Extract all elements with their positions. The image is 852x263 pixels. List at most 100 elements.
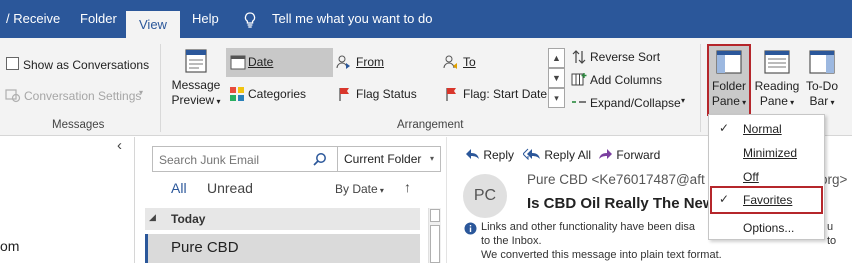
arrangement-from[interactable]: From	[336, 48, 436, 77]
arrangement-to[interactable]: To	[443, 48, 547, 77]
chevron-down-icon: ▾	[681, 96, 686, 105]
menu-item-favorites-highlight[interactable]: ✓ Favorites	[710, 186, 823, 214]
message-list-pane: Current Folder ▾ All Unread By Date ▾ ↑ …	[136, 137, 445, 263]
messages-group-label: Messages	[52, 119, 105, 131]
scrollbar-thumb[interactable]	[430, 225, 440, 263]
chevron-down-icon: ▾	[787, 98, 795, 107]
sort-direction-arrow-icon[interactable]: ↑	[404, 179, 411, 195]
collapse-pane-icon[interactable]: ‹	[117, 137, 122, 154]
arrangement-flag-start-date[interactable]: Flag: Start Date	[443, 80, 547, 109]
info-icon	[464, 222, 477, 235]
reply-all-button[interactable]: Reply All	[522, 148, 591, 162]
reverse-sort-icon	[572, 50, 586, 64]
arrangement-flag-status[interactable]: Flag Status	[336, 80, 436, 109]
arrangement-group-label: Arrangement	[397, 119, 464, 131]
to-person-icon	[443, 55, 457, 69]
info-bar-line-3: We converted this message into plain tex…	[481, 249, 722, 261]
reading-pane-button[interactable]: Reading Pane ▾	[754, 46, 800, 118]
flag-icon	[339, 88, 349, 101]
flag-icon	[446, 88, 456, 101]
arrangement-from-label: From	[356, 55, 384, 69]
info-bar-line-2: to the Inbox.	[481, 235, 542, 247]
collapse-group-icon: ◢	[149, 212, 156, 222]
add-columns-icon	[571, 73, 587, 86]
reading-pane-icon	[764, 50, 790, 74]
tell-me-box[interactable]: Tell me what you want to do	[272, 11, 432, 26]
message-sender: Pure CBD	[171, 239, 239, 256]
checkmark-icon: ✓	[719, 121, 730, 135]
ribbon-tab-bar: / Receive Folder View Help Tell me what …	[0, 0, 852, 38]
message-preview-icon	[185, 49, 207, 73]
search-scope-value: Current Folder	[344, 152, 422, 166]
group-header-today[interactable]: ◢ Today	[145, 208, 420, 230]
sender-address: Pure CBD <Ke76017487@aft	[527, 172, 705, 187]
sort-by-dropdown[interactable]: By Date ▾	[335, 182, 384, 196]
show-as-conversations-checkbox[interactable]	[6, 57, 19, 70]
reading-pane-label-2: Pane	[759, 94, 788, 108]
folder-pane-menu: ✓ Normal Minimized Off ✓ Favorites Optio…	[708, 114, 825, 240]
scrollbar-up-button[interactable]	[430, 209, 440, 222]
search-input[interactable]	[159, 151, 309, 168]
chevron-down-icon: ▾	[429, 154, 434, 163]
group-header-label: Today	[171, 212, 206, 226]
show-as-conversations-label[interactable]: Show as Conversations	[23, 58, 149, 72]
categories-icon	[230, 87, 244, 101]
reply-icon	[466, 149, 479, 159]
message-list-item-selected[interactable]: Pure CBD	[145, 234, 420, 263]
search-scope-dropdown[interactable]: Current Folder ▾	[338, 146, 441, 172]
filter-unread-tab[interactable]: Unread	[207, 180, 253, 196]
group-separator	[700, 44, 701, 132]
forward-button[interactable]: Forward	[598, 148, 660, 162]
add-columns-button[interactable]: Add Columns	[590, 73, 662, 87]
avatar: PC	[463, 174, 507, 218]
arrangement-to-label: To	[463, 55, 476, 69]
list-scrollbar[interactable]	[428, 208, 441, 263]
arrangement-date[interactable]: Date	[226, 48, 333, 77]
chevron-down-icon: ▾	[139, 88, 144, 97]
chevron-down-icon: ▾	[377, 186, 384, 195]
menu-item-off-label: Off	[743, 170, 759, 184]
folder-item-partial[interactable]: om	[0, 238, 19, 254]
arrangement-categories[interactable]: Categories	[226, 80, 333, 109]
folder-pane: ‹ om	[0, 137, 135, 263]
menu-item-normal[interactable]: Normal	[743, 122, 782, 136]
message-preview-button[interactable]: Message Preview ▾	[168, 44, 224, 116]
menu-item-favorites[interactable]: Favorites	[743, 193, 792, 207]
message-preview-label-1: Message	[171, 78, 221, 92]
menu-item-minimized[interactable]: Minimized	[743, 146, 797, 160]
lightbulb-icon	[244, 12, 256, 28]
menu-item-minimized-label: Minimized	[743, 146, 798, 160]
search-box[interactable]	[152, 146, 338, 172]
reverse-sort-button[interactable]: Reverse Sort	[590, 50, 660, 64]
todo-bar-button[interactable]: To-Do Bar ▾	[802, 46, 842, 118]
conversation-settings-button[interactable]: Conversation Settings	[24, 89, 141, 103]
gallery-scroll-down[interactable]: ▼	[548, 68, 565, 88]
folder-pane-icon	[716, 50, 742, 74]
sort-by-label: By Date	[335, 182, 378, 196]
folder-pane-label-2: Pane	[711, 94, 740, 108]
filter-all-tab[interactable]: All	[171, 180, 187, 196]
expand-collapse-button[interactable]: Expand/Collapse	[590, 96, 681, 110]
gallery-scroll-up[interactable]: ▲	[548, 48, 565, 68]
reply-all-icon	[522, 148, 540, 161]
arrangement-date-label: Date	[248, 55, 274, 69]
reply-button[interactable]: Reply	[465, 148, 514, 162]
tab-help[interactable]: Help	[192, 11, 219, 26]
tab-send-receive[interactable]: / Receive	[6, 11, 60, 26]
menu-item-normal-label: Normal	[743, 122, 782, 136]
menu-item-options[interactable]: Options...	[743, 221, 794, 235]
from-person-icon	[336, 55, 350, 69]
search-icon[interactable]	[313, 152, 327, 166]
arrangement-flag-start-date-label: Flag: Start Date	[463, 87, 548, 101]
arrangement-categories-label: Categories	[248, 87, 307, 101]
folder-pane-button[interactable]: Folder Pane ▾	[707, 44, 751, 116]
forward-icon	[599, 149, 612, 159]
menu-item-off[interactable]: Off	[743, 170, 759, 184]
info-bar-line-1-tail: u	[827, 221, 834, 233]
tab-view[interactable]: View	[126, 11, 180, 38]
gallery-expand[interactable]: ▾	[548, 88, 565, 108]
outlook-window: / Receive Folder View Help Tell me what …	[0, 0, 852, 263]
conversation-settings-icon	[5, 89, 21, 103]
chevron-down-icon: ▾	[828, 98, 835, 107]
tab-folder[interactable]: Folder	[80, 11, 117, 26]
